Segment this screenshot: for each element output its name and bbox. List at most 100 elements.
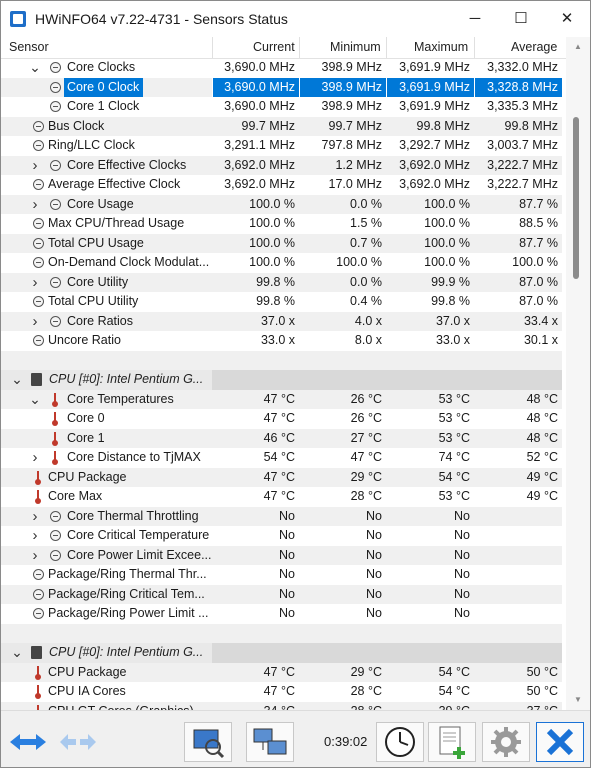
sensor-row[interactable]: › Core Effective Clocks 3,692.0 MHz 1.2 MHz…: [1, 155, 562, 176]
average-value: 99.8 MHz: [504, 118, 559, 133]
scroll-thumb[interactable]: [573, 117, 579, 279]
sensor-row[interactable]: Package/Ring Critical Tem... No No No: [1, 584, 562, 604]
current-value: 99.7 MHz: [241, 118, 296, 133]
sensor-row[interactable]: › Core Critical Temperature No No No: [1, 526, 562, 546]
network-icon[interactable]: [246, 722, 294, 762]
collapse-chevron-icon[interactable]: ⌄: [29, 58, 41, 78]
current-value: 3,692.0 MHz: [224, 157, 295, 172]
scroll-down-arrow-icon[interactable]: ▼: [566, 692, 590, 708]
sensor-row[interactable]: Core 1 46 °C 27 °C 53 °C 48 °C: [1, 428, 562, 448]
sensor-row[interactable]: › Core Ratios 37.0 x 4.0 x 37.0 x 33.4 x: [1, 311, 562, 332]
minimum-value: 398.9 MHz: [321, 60, 382, 74]
column-divider[interactable]: [386, 37, 387, 58]
sensor-row[interactable]: › Core Utility 99.8 % 0.0 % 99.9 % 87.0 %: [1, 272, 562, 293]
sensor-row[interactable]: Uncore Ratio 33.0 x 8.0 x 33.0 x 30.1 x: [1, 331, 562, 351]
sensor-row[interactable]: Ring/LLC Clock 3,291.1 MHz 797.8 MHz 3,292.…: [1, 136, 562, 156]
sensor-row[interactable]: Package/Ring Power Limit ... No No No: [1, 604, 562, 624]
current-value: 47 °C: [263, 664, 295, 679]
sensor-row[interactable]: On-Demand Clock Modulat... 100.0 % 100.0 %…: [1, 253, 562, 273]
minimize-button[interactable]: ─: [452, 1, 498, 37]
close-button[interactable]: ✕: [544, 1, 590, 37]
column-header: Sensor Current Minimum Maximum Average: [1, 37, 566, 59]
minimum-value: No: [366, 528, 382, 542]
maximum-value: 53 °C: [438, 391, 470, 406]
sensor-row[interactable]: Core 0 Clock 3,690.0 MHz 398.9 MHz 3,691.9 …: [1, 77, 562, 97]
clock-button-icon[interactable]: [376, 722, 424, 762]
scroll-up-arrow-icon[interactable]: ▲: [566, 39, 590, 55]
maximum-value: 100.0 %: [424, 216, 470, 230]
maximum-value: 39 °C: [386, 702, 474, 711]
sensor-row[interactable]: › Core Distance to TjMAX 54 °C 47 °C 74 °C 52…: [1, 448, 562, 468]
sensor-group-row[interactable]: ⌄ CPU [#0]: Intel Pentium G...: [1, 370, 562, 390]
maximum-value: 54 °C: [438, 469, 470, 484]
sensor-row[interactable]: Max CPU/Thread Usage 100.0 % 1.5 % 100.0 % 8…: [1, 214, 562, 234]
sensor-row[interactable]: CPU Package 47 °C 29 °C 54 °C 50 °C: [1, 662, 562, 682]
minimum-value: 1.5 %: [350, 216, 382, 230]
collapse-chevron-icon[interactable]: ⌄: [11, 643, 23, 663]
arrows-collapse-icon[interactable]: [54, 722, 102, 762]
gear-icon[interactable]: [482, 722, 530, 762]
maximize-button[interactable]: ☐: [498, 1, 544, 37]
sensor-row[interactable]: › Core Thermal Throttling No No No: [1, 506, 562, 527]
minimum-value: 0.0 %: [350, 274, 382, 289]
expand-chevron-icon[interactable]: ›: [29, 507, 41, 527]
maximum-value: 54 °C: [438, 684, 470, 698]
col-maximum[interactable]: Maximum: [414, 40, 468, 54]
column-divider[interactable]: [299, 37, 300, 58]
blank-row: [1, 350, 562, 370]
close-x-icon[interactable]: [536, 722, 584, 762]
bottom-toolbar: 0:39:02: [1, 710, 590, 767]
sensor-name: CPU GT Cores (Graphics): [45, 702, 198, 711]
arrows-left-right-icon[interactable]: [4, 722, 52, 762]
sensor-row[interactable]: Core 1 Clock 3,690.0 MHz 398.9 MHz 3,691.9 …: [1, 97, 562, 117]
thermometer-icon: [35, 685, 41, 699]
collapse-chevron-icon[interactable]: ⌄: [11, 370, 23, 390]
clock-icon: [50, 62, 61, 73]
monitor-search-icon[interactable]: [184, 722, 232, 762]
expand-chevron-icon[interactable]: ›: [29, 195, 41, 215]
sensor-row[interactable]: ⌄ Core Clocks 3,690.0 MHz 398.9 MHz 3,691.9 …: [1, 58, 562, 78]
sensor-row[interactable]: Core Max 47 °C 28 °C 53 °C 49 °C: [1, 487, 562, 507]
current-value: 47 °C: [263, 411, 295, 425]
sensor-row[interactable]: Package/Ring Thermal Thr... No No No: [1, 565, 562, 585]
expand-chevron-icon[interactable]: ›: [29, 448, 41, 468]
sensor-row[interactable]: CPU IA Cores 47 °C 28 °C 54 °C 50 °C: [1, 682, 562, 702]
maximum-value: 3,691.9 MHz: [386, 77, 474, 97]
current-value: 99.8 %: [256, 274, 295, 289]
sensor-name: Total CPU Usage: [48, 235, 144, 250]
current-value: 3,690.0 MHz: [224, 60, 295, 74]
add-report-icon[interactable]: [428, 722, 476, 762]
sensor-row[interactable]: Total CPU Utility 99.8 % 0.4 % 99.8 % 87.0 %: [1, 292, 562, 312]
sensor-group-row[interactable]: ⌄ CPU [#0]: Intel Pentium G...: [1, 643, 562, 663]
col-sensor[interactable]: Sensor: [9, 40, 49, 54]
col-average[interactable]: Average: [511, 40, 557, 54]
minimum-value: No: [366, 508, 382, 523]
sensor-row[interactable]: Average Effective Clock 3,692.0 MHz 17.0 M…: [1, 175, 562, 195]
current-value: 33.0 x: [260, 333, 295, 347]
sensor-name: CPU [#0]: Intel Pentium G...: [49, 372, 204, 386]
sensor-row[interactable]: Total CPU Usage 100.0 % 0.7 % 100.0 % 87.7 %: [1, 233, 562, 253]
sensor-row[interactable]: CPU GT Cores (Graphics) 34 °C28 °C39 °C37…: [1, 701, 562, 711]
vertical-scrollbar[interactable]: ▲ ▼: [566, 37, 590, 710]
collapse-chevron-icon[interactable]: ⌄: [29, 390, 41, 410]
expand-chevron-icon[interactable]: ›: [29, 273, 41, 293]
minimum-value: 4.0 x: [354, 313, 382, 328]
col-current[interactable]: Current: [253, 40, 295, 54]
average-value: 48 °C: [526, 411, 558, 425]
sensor-row[interactable]: › Core Power Limit Excee... No No No: [1, 545, 562, 566]
sensor-row[interactable]: ⌄ Core Temperatures 47 °C 26 °C 53 °C 48 °C: [1, 389, 562, 410]
expand-chevron-icon[interactable]: ›: [29, 312, 41, 332]
col-minimum[interactable]: Minimum: [330, 40, 381, 54]
expand-chevron-icon[interactable]: ›: [29, 546, 41, 566]
sensor-row[interactable]: CPU Package 47 °C 29 °C 54 °C 49 °C: [1, 467, 562, 487]
expand-chevron-icon[interactable]: ›: [29, 526, 41, 546]
sensor-row[interactable]: › Core Usage 100.0 % 0.0 % 100.0 % 87.7 %: [1, 194, 562, 215]
sensor-name: Core 1 Clock: [67, 99, 140, 113]
expand-chevron-icon[interactable]: ›: [29, 156, 41, 176]
sensor-row[interactable]: Core 0 47 °C 26 °C 53 °C 48 °C: [1, 409, 562, 429]
column-divider[interactable]: [212, 37, 213, 58]
sensor-row[interactable]: Bus Clock 99.7 MHz 99.7 MHz 99.8 MHz 99.8 MH…: [1, 116, 562, 136]
maximum-value: 3,292.7 MHz: [399, 138, 470, 152]
chip-icon: [31, 646, 42, 659]
column-divider[interactable]: [474, 37, 475, 58]
